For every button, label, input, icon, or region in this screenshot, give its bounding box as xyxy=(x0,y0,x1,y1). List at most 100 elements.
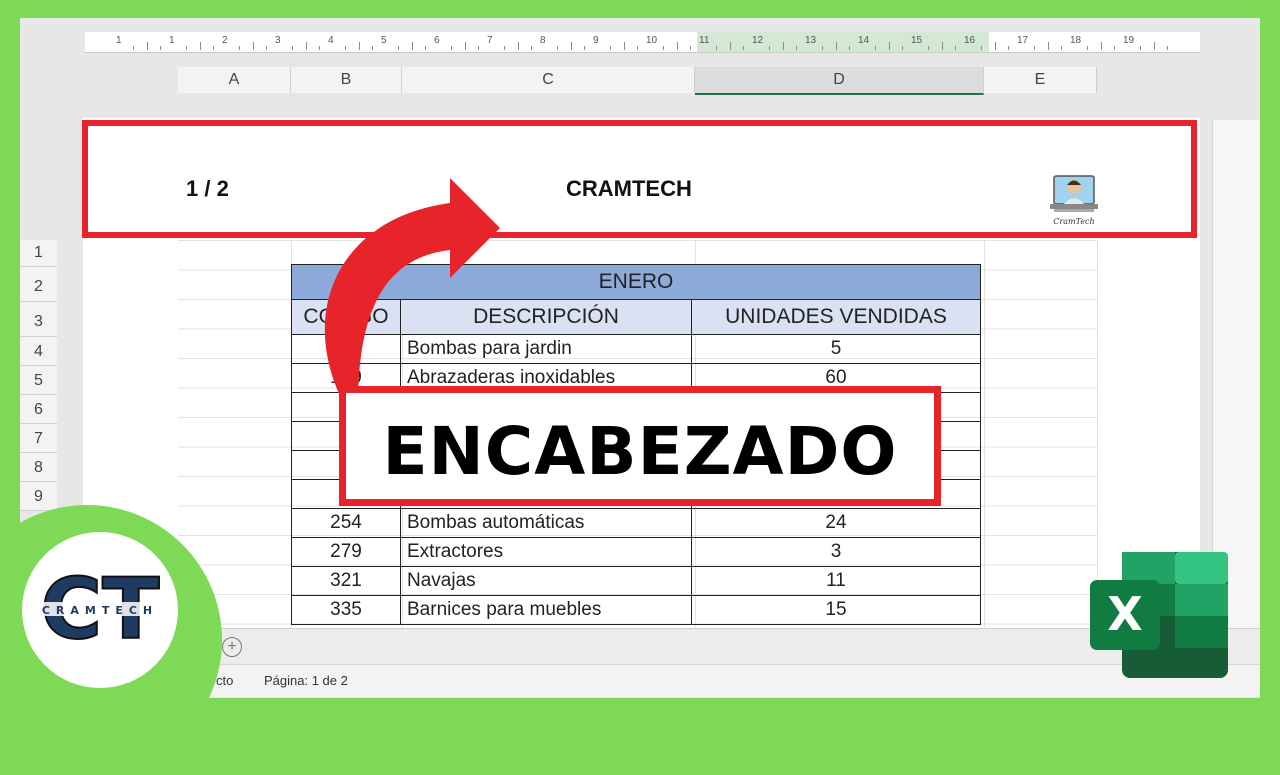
ruler-tick xyxy=(716,46,718,50)
ruler-number: 11 xyxy=(699,35,710,46)
cell-code[interactable]: 321 xyxy=(291,566,401,596)
ruler-tick xyxy=(517,42,519,50)
cell-description[interactable]: Navajas xyxy=(400,566,692,596)
ruler-tick xyxy=(769,46,771,50)
col-header-unidades[interactable]: UNIDADES VENDIDAS xyxy=(691,299,981,335)
ruler-number: 1 xyxy=(116,35,122,46)
column-header-a[interactable]: A xyxy=(178,67,291,93)
column-header-b[interactable]: B xyxy=(291,67,402,93)
ruler-number: 14 xyxy=(858,35,870,46)
ruler-tick xyxy=(623,42,625,50)
ruler-number: 4 xyxy=(328,35,334,46)
ruler-tick xyxy=(835,42,837,50)
ruler-tick xyxy=(663,46,665,50)
ruler-tick xyxy=(424,46,426,50)
ruler-tick xyxy=(411,42,413,50)
ruler-tick xyxy=(1047,42,1049,50)
ruler-tick xyxy=(1100,42,1102,50)
ruler-tick xyxy=(583,46,585,50)
ruler-number: 15 xyxy=(911,35,923,46)
status-view: cto xyxy=(216,673,234,688)
cell-units[interactable]: 5 xyxy=(691,334,981,364)
ruler-number: 6 xyxy=(434,35,440,46)
ruler-tick xyxy=(1087,46,1089,50)
row-header-2[interactable]: 2 xyxy=(20,267,57,302)
svg-text:CRAMTECH: CRAMTECH xyxy=(42,604,158,617)
ruler-tick xyxy=(782,42,784,50)
row-header-5[interactable]: 5 xyxy=(20,366,57,395)
column-header-c[interactable]: C xyxy=(402,67,695,93)
ruler-tick xyxy=(318,46,320,50)
header-company-name: CRAMTECH xyxy=(566,176,692,201)
table-row: 321 Navajas 11 xyxy=(291,566,981,596)
row-header-6[interactable]: 6 xyxy=(20,395,57,424)
ruler-tick xyxy=(676,42,678,50)
ruler-tick xyxy=(729,42,731,50)
ruler-tick xyxy=(345,46,347,50)
cell-description[interactable]: Barnices para muebles xyxy=(400,595,692,625)
ruler-tick xyxy=(888,42,890,50)
column-header-d[interactable]: D xyxy=(695,67,984,95)
svg-text:X: X xyxy=(1107,587,1142,641)
ruler-number: 2 xyxy=(222,35,228,46)
header-logo-image: CramTech xyxy=(1050,175,1098,226)
ruler-tick xyxy=(1140,46,1142,50)
ruler-tick xyxy=(848,46,850,50)
ruler-tick xyxy=(530,46,532,50)
ruler-tick xyxy=(822,46,824,50)
ruler-number: 18 xyxy=(1070,35,1082,46)
excel-logo-icon: X xyxy=(1090,552,1228,678)
ruler-tick xyxy=(689,46,691,50)
row-header-1[interactable]: 1 xyxy=(20,240,57,267)
ruler-tick xyxy=(265,46,267,50)
add-sheet-button[interactable]: + xyxy=(222,637,242,657)
ruler-tick xyxy=(928,46,930,50)
cell-code[interactable]: 254 xyxy=(291,508,401,538)
cell-description[interactable]: Bombas automáticas xyxy=(400,508,692,538)
cell-units[interactable]: 3 xyxy=(691,537,981,567)
cell-units[interactable]: 15 xyxy=(691,595,981,625)
ruler-tick xyxy=(146,42,148,50)
ruler-tick xyxy=(212,46,214,50)
ruler-tick xyxy=(994,42,996,50)
encabezado-callout: ENCABEZADO xyxy=(339,386,941,506)
row-header-3[interactable]: 3 xyxy=(20,302,57,337)
ruler-tick xyxy=(159,46,161,50)
ruler-tick xyxy=(1113,46,1115,50)
ruler-tick xyxy=(252,42,254,50)
ct-logo-icon: CT CRAMTECH xyxy=(36,559,164,659)
ruler-number: 10 xyxy=(646,35,658,46)
ruler-tick xyxy=(477,46,479,50)
cell-description[interactable]: Extractores xyxy=(400,537,692,567)
table-row: 335 Barnices para muebles 15 xyxy=(291,595,981,625)
ruler-tick xyxy=(1034,46,1036,50)
cell-units[interactable]: 24 xyxy=(691,508,981,538)
ruler-tick xyxy=(199,42,201,50)
ruler-tick xyxy=(239,46,241,50)
ruler-tick xyxy=(464,42,466,50)
ruler-number: 9 xyxy=(593,35,599,46)
header-page-number: 1 / 2 xyxy=(186,176,229,201)
ruler-tick xyxy=(1153,42,1155,50)
cell-units[interactable]: 11 xyxy=(691,566,981,596)
ruler-tick xyxy=(451,46,453,50)
row-header-9[interactable]: 9 xyxy=(20,482,57,511)
ruler-number: 3 xyxy=(275,35,281,46)
page-header-highlight[interactable]: 1 / 2 CRAMTECH CramTech xyxy=(82,120,1197,238)
table-row: 279 Extractores 3 xyxy=(291,537,981,567)
ruler-tick xyxy=(742,46,744,50)
ruler-number: 12 xyxy=(752,35,764,46)
ruler-number: 7 xyxy=(487,35,493,46)
row-header-8[interactable]: 8 xyxy=(20,453,57,482)
column-header-e[interactable]: E xyxy=(984,67,1097,93)
status-page: Página: 1 de 2 xyxy=(264,673,348,688)
ruler-tick xyxy=(292,46,294,50)
row-header-7[interactable]: 7 xyxy=(20,424,57,453)
cell-code[interactable]: 335 xyxy=(291,595,401,625)
ruler-tick xyxy=(1007,46,1009,50)
ruler-number: 8 xyxy=(540,35,546,46)
cell-code[interactable]: 279 xyxy=(291,537,401,567)
ruler-tick xyxy=(1060,46,1062,50)
callout-label: ENCABEZADO xyxy=(382,413,898,490)
row-header-4[interactable]: 4 xyxy=(20,337,57,366)
